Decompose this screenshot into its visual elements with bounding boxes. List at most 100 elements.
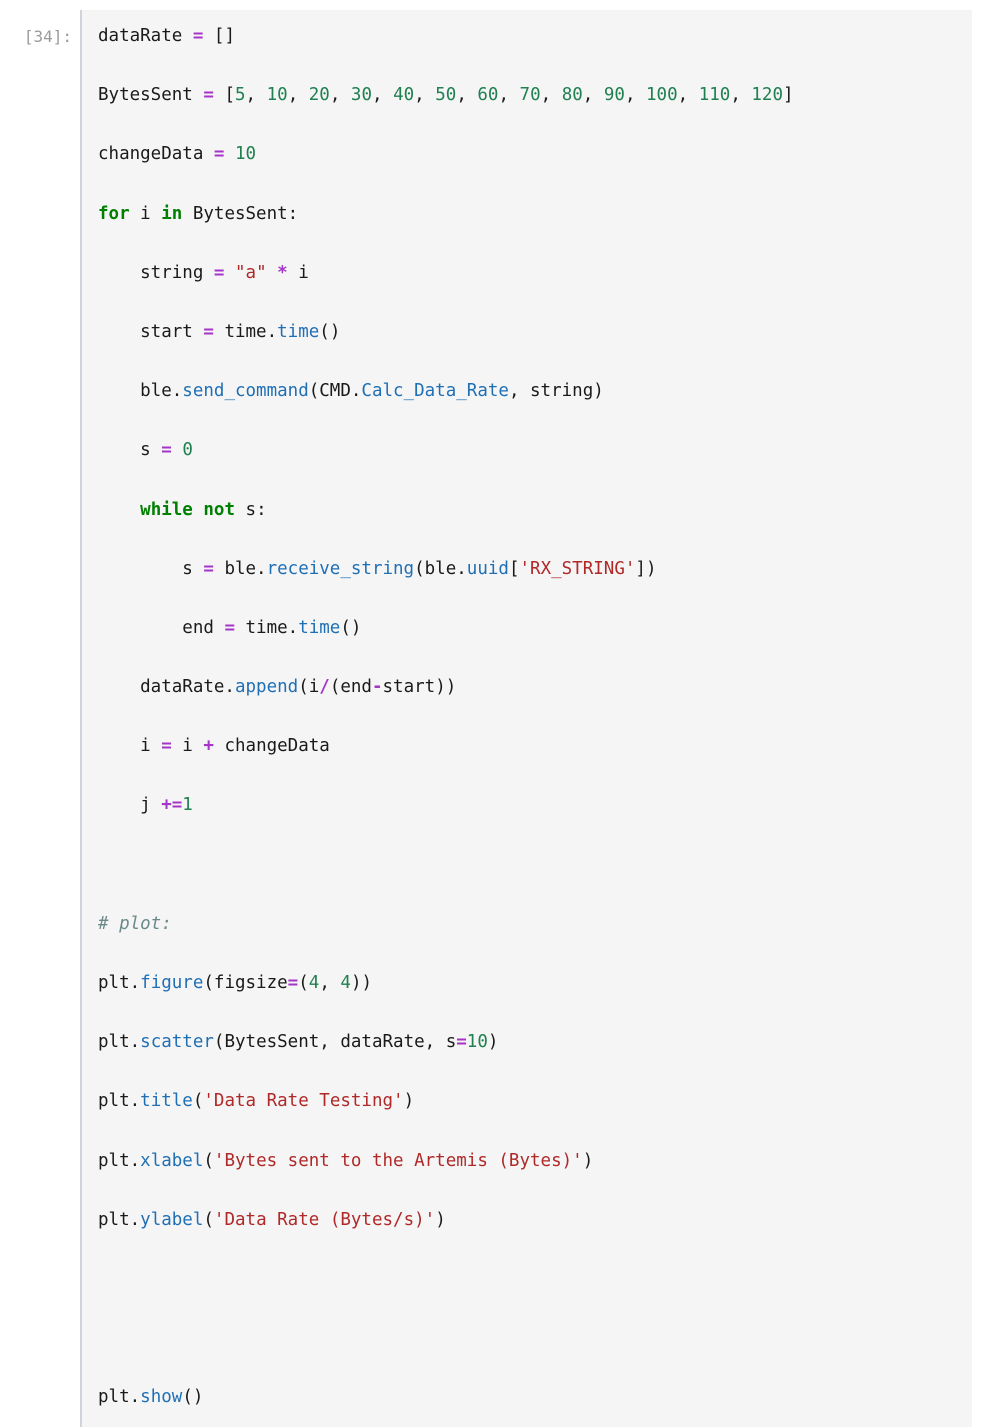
code-token-plain: ( — [203, 1150, 214, 1171]
code-token-num: 4 — [340, 973, 351, 993]
code-token-plain: [ — [213, 85, 235, 106]
code-token-op: = — [213, 262, 225, 283]
code-line: # plot: — [98, 910, 962, 940]
code-token-plain: , — [624, 85, 647, 106]
code-line: dataRate = [] — [98, 22, 962, 52]
code-token-plain: (CMD. — [308, 381, 362, 402]
code-token-num: 90 — [603, 85, 625, 106]
notebook-canvas: [34]: dataRate = [] BytesSent = [5, 10, … — [0, 0, 985, 1427]
code-token-kw: while — [140, 499, 193, 520]
code-line: start = time.time() — [98, 318, 962, 348]
code-token-num: 30 — [350, 85, 372, 106]
code-token-plain: ( — [192, 1091, 204, 1112]
code-token-str: 'RX_STRING' — [519, 558, 636, 579]
code-token-plain: , — [540, 85, 562, 106]
code-token-plain: [] — [203, 26, 235, 46]
code-token-op: = — [203, 321, 214, 342]
code-token-num: 1 — [182, 795, 193, 816]
code-token-plain: ble. — [98, 381, 183, 402]
code-token-str: "a" — [235, 262, 267, 283]
code-token-com: # plot: — [98, 913, 172, 934]
code-editor[interactable]: dataRate = [] BytesSent = [5, 10, 20, 30… — [82, 10, 972, 1427]
code-token-plain: start)) — [382, 677, 457, 698]
code-token-plain: , — [730, 85, 752, 106]
code-token-plain: ) — [435, 1209, 446, 1230]
code-token-kw: for — [98, 203, 130, 224]
code-token-plain: , — [245, 85, 267, 106]
code-token-op: - — [371, 677, 383, 698]
code-token-op: / — [319, 677, 330, 698]
code-line: j +=1 — [98, 791, 962, 821]
code-token-fn: ylabel — [140, 1209, 204, 1230]
cell-execution-prompt: [34]: — [23, 27, 72, 46]
code-token-plain: ]) — [635, 558, 657, 579]
code-line: dataRate.append(i/(end-start)) — [98, 673, 962, 703]
code-token-plain: BytesSent — [98, 85, 204, 106]
code-token-num: 60 — [477, 85, 499, 106]
code-token-str: 'Data Rate Testing' — [203, 1091, 404, 1112]
code-line: s = 0 — [98, 436, 962, 466]
code-token-fn: show — [140, 1387, 183, 1408]
code-token-op: = — [161, 440, 172, 461]
code-token-fn: xlabel — [140, 1150, 204, 1171]
code-token-plain: ble. — [213, 558, 267, 579]
code-token-num: 10 — [266, 85, 288, 106]
code-token-str: 'Bytes sent to the Artemis (Bytes)' — [213, 1150, 583, 1171]
code-token-plain: end — [98, 617, 225, 638]
code-token-plain: start — [98, 321, 204, 342]
code-token-kw: not — [203, 499, 235, 520]
code-line: end = time.time() — [98, 614, 962, 644]
code-token-op: = — [192, 26, 204, 46]
code-token-plain: changeData — [98, 144, 214, 165]
code-token-plain: , — [677, 85, 699, 106]
code-token-num: 40 — [393, 85, 415, 106]
code-token-plain: (i — [298, 677, 320, 698]
code-token-plain: plt. — [98, 1387, 141, 1408]
code-token-op: = — [456, 1032, 467, 1053]
code-token-plain: , string) — [508, 381, 604, 402]
code-token-plain: plt. — [98, 1209, 141, 1230]
code-token-op: = — [287, 973, 299, 993]
code-line: ble.send_command(CMD.Calc_Data_Rate, str… — [98, 377, 962, 407]
code-token-plain: , — [582, 85, 604, 106]
code-line: for i in BytesSent: — [98, 200, 962, 230]
code-token-plain: , — [329, 85, 351, 106]
code-token-plain: )) — [350, 973, 373, 993]
code-token-plain: ) — [582, 1150, 594, 1171]
code-token-num: 0 — [182, 440, 193, 461]
code-token-plain: dataRate — [98, 26, 193, 46]
code-token-attr: uuid — [466, 558, 509, 579]
code-line: changeData = 10 — [98, 140, 962, 170]
code-token-plain: , — [414, 85, 436, 106]
code-token-fn: time — [277, 321, 320, 342]
code-token-op: = — [203, 85, 214, 106]
code-token-fn: title — [140, 1091, 193, 1112]
code-token-num: 100 — [646, 85, 678, 106]
code-token-op: * — [277, 262, 288, 283]
code-token-fn: send_command — [182, 381, 309, 402]
code-token-plain: (figsize — [203, 973, 288, 993]
code-token-plain: time. — [234, 617, 299, 638]
code-token-num: 110 — [698, 85, 731, 106]
code-token-plain: plt. — [98, 1150, 141, 1171]
code-token-plain: i — [129, 203, 162, 224]
code-token-plain: plt. — [98, 973, 141, 993]
code-token-plain: plt. — [98, 1032, 141, 1053]
code-input-area[interactable]: dataRate = [] BytesSent = [5, 10, 20, 30… — [80, 10, 972, 1427]
code-token-num: 20 — [308, 85, 330, 106]
code-token-plain: , — [498, 85, 520, 106]
code-line: plt.ylabel('Data Rate (Bytes/s)') — [98, 1206, 962, 1236]
code-token-plain: s — [98, 558, 204, 579]
code-token-fn: figure — [140, 973, 204, 993]
code-token-op: = — [213, 144, 225, 165]
code-line: plt.title('Data Rate Testing') — [98, 1087, 962, 1117]
code-token-num: 70 — [519, 85, 541, 106]
code-token-op: = — [203, 558, 214, 579]
code-token-plain: , — [287, 85, 309, 106]
code-token-str: 'Data Rate (Bytes/s)' — [213, 1209, 436, 1230]
code-cell[interactable]: [34]: dataRate = [] BytesSent = [5, 10, … — [0, 10, 985, 1427]
